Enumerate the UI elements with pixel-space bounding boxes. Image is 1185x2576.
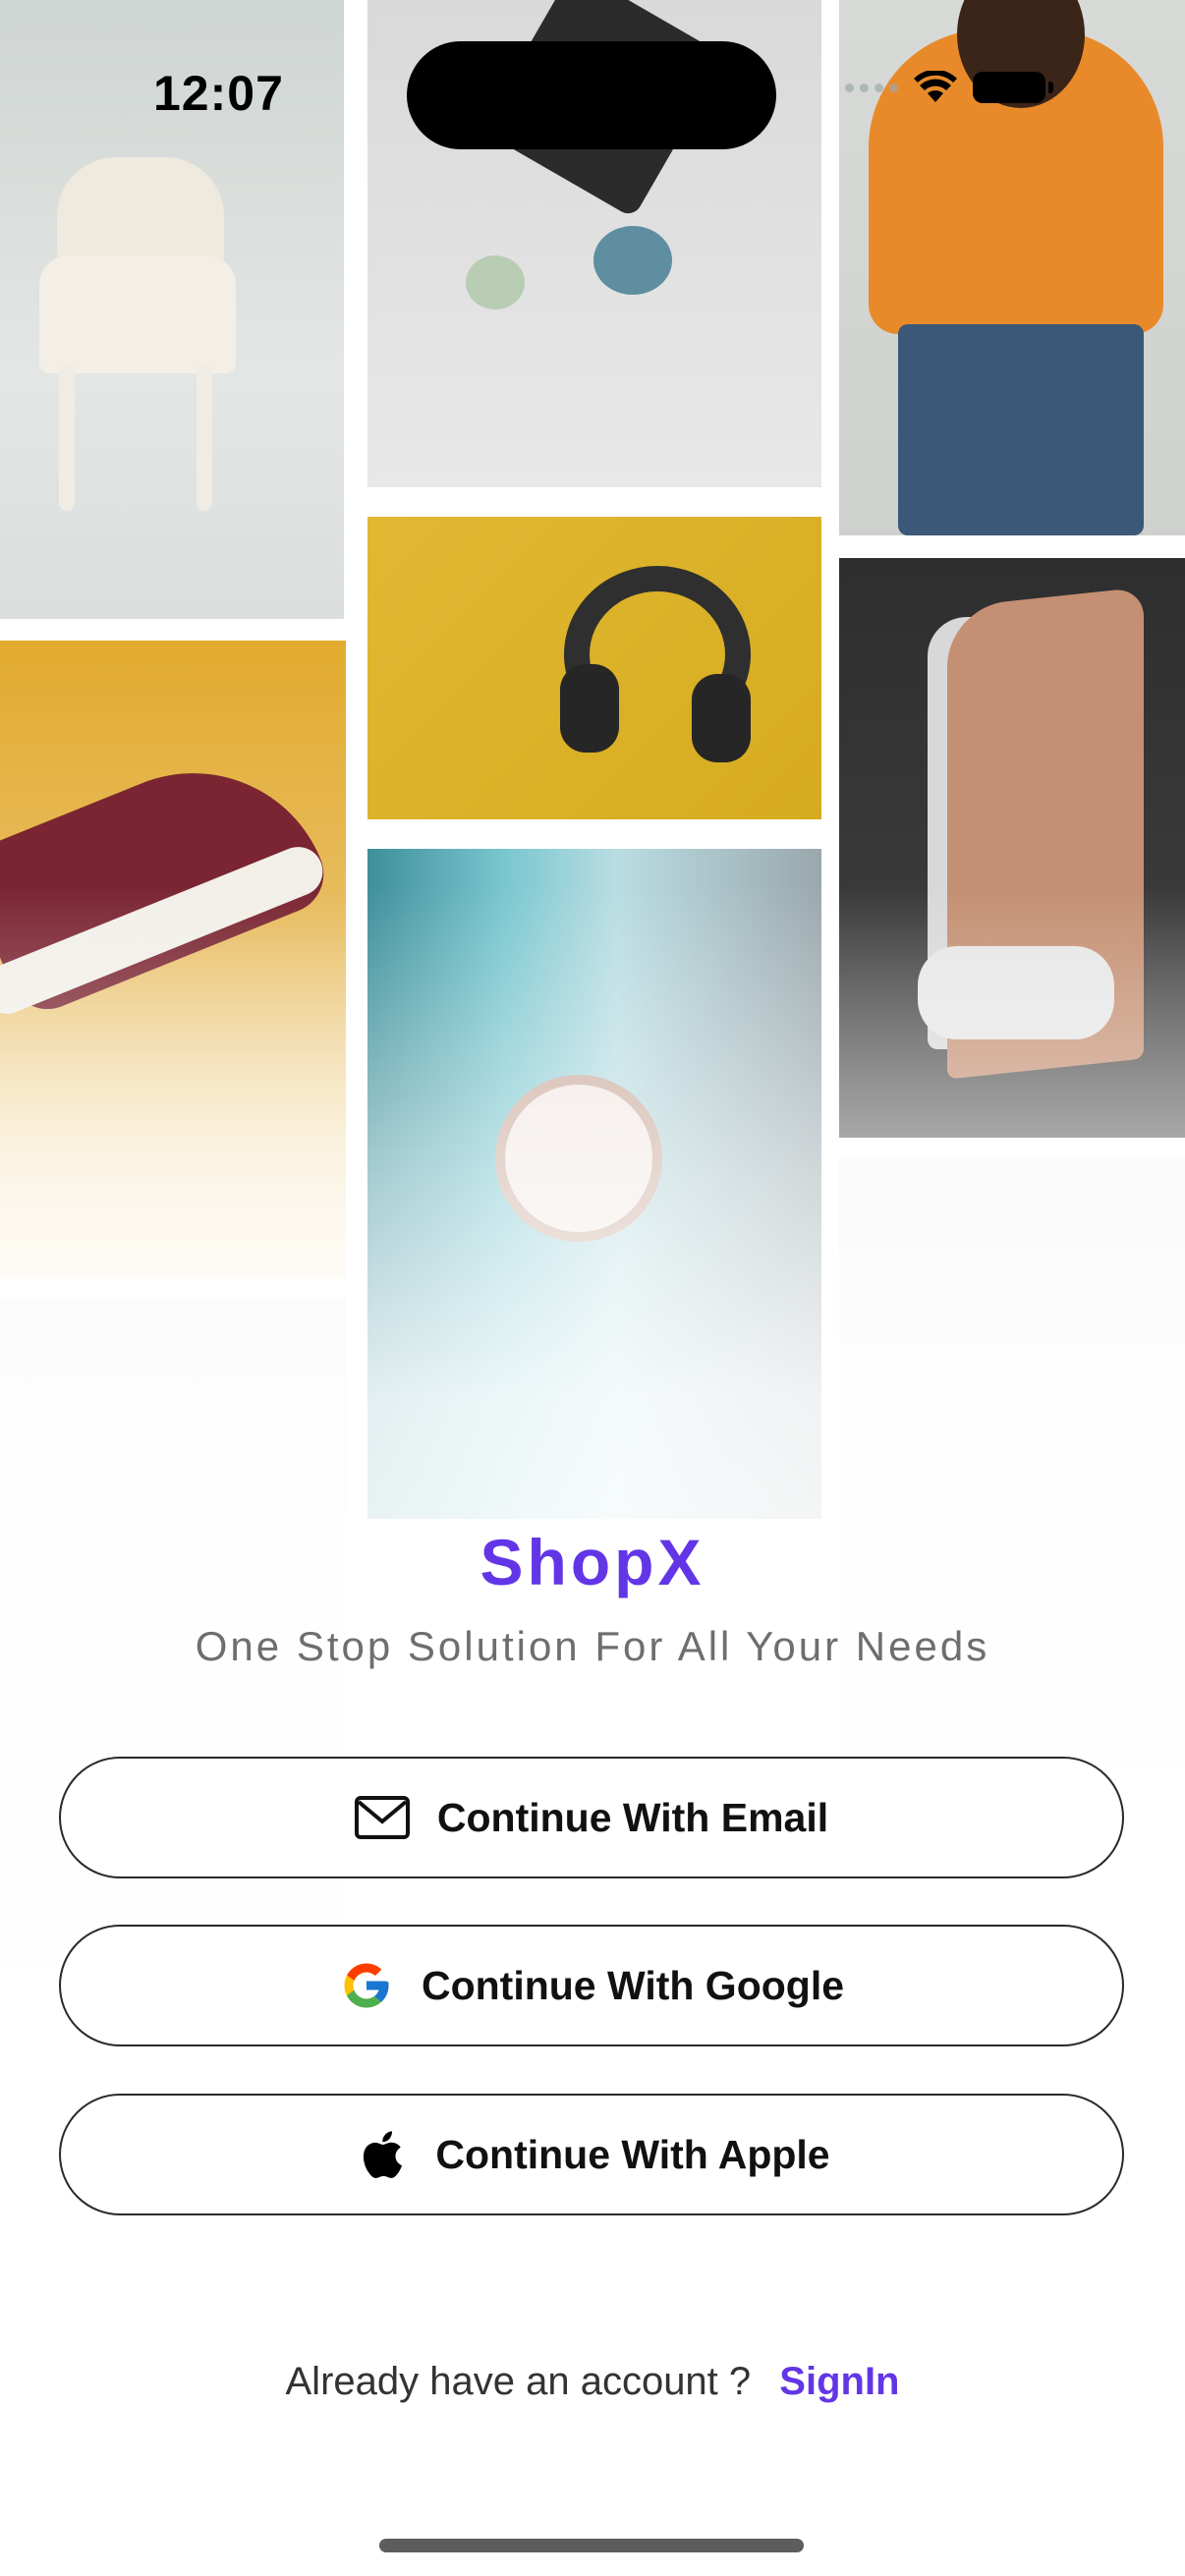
signin-row: Already have an account ? SignIn bbox=[0, 2360, 1185, 2404]
brand-title: ShopX bbox=[480, 1526, 705, 1598]
envelope-icon bbox=[354, 1790, 410, 1845]
google-logo-icon bbox=[339, 1958, 394, 2013]
signin-link[interactable]: SignIn bbox=[779, 2360, 899, 2403]
battery-icon bbox=[973, 72, 1053, 103]
google-button-label: Continue With Google bbox=[421, 1962, 845, 2008]
wifi-icon bbox=[914, 71, 957, 102]
signin-prompt: Already have an account ? bbox=[285, 2360, 752, 2403]
apple-logo-icon bbox=[353, 2127, 408, 2182]
status-time: 12:07 bbox=[153, 66, 284, 121]
signal-dots-icon bbox=[845, 83, 898, 92]
continue-with-google-button[interactable]: Continue With Google bbox=[59, 1925, 1124, 2046]
continue-with-apple-button[interactable]: Continue With Apple bbox=[59, 2094, 1124, 2215]
apple-button-label: Continue With Apple bbox=[435, 2131, 830, 2177]
dynamic-island bbox=[407, 41, 776, 149]
continue-with-email-button[interactable]: Continue With Email bbox=[59, 1757, 1124, 1878]
status-icons bbox=[845, 71, 1053, 104]
email-button-label: Continue With Email bbox=[436, 1794, 829, 1840]
home-indicator[interactable] bbox=[379, 2539, 804, 2552]
brand-tagline: One Stop Solution For All Your Needs bbox=[195, 1623, 990, 1669]
